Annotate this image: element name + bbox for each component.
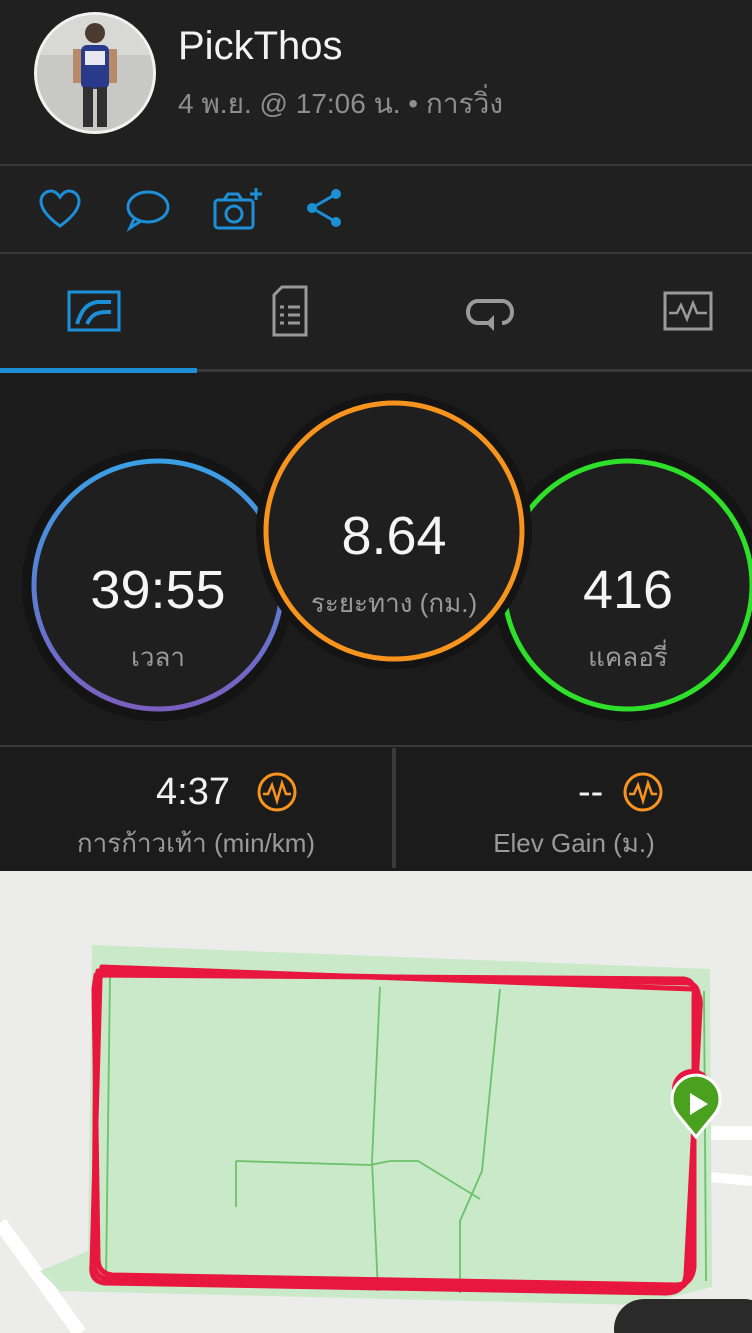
details-tab-icon <box>272 285 308 337</box>
distance-label: ระยะทาง (กม.) <box>310 588 478 618</box>
pace-label: การก้าวเท้า (min/km) <box>76 828 316 858</box>
elev-metric: -- Elev Gain (ม.) <box>396 747 752 871</box>
metrics-divider <box>392 748 396 868</box>
share-icon[interactable] <box>302 186 350 234</box>
activity-header: PickThos 4 พ.ย. @ 17:06 น. • การวิ่ง <box>0 0 752 164</box>
action-bar <box>0 166 752 252</box>
avatar[interactable] <box>34 12 156 134</box>
tab-bar <box>0 254 752 372</box>
tab-chart[interactable] <box>594 254 752 368</box>
tab-details[interactable] <box>196 254 384 368</box>
comment-icon[interactable] <box>124 186 172 234</box>
metrics-row: 4:37 การก้าวเท้า (min/km) -- Elev Gain (… <box>0 745 752 871</box>
distance-value: 8.64 <box>341 506 447 566</box>
chart-tab-icon <box>663 291 713 331</box>
stats-panel: 39:55 เวลา 416 แคลอรี่ 8.64 ระยะทาง (กม.… <box>0 373 752 745</box>
laps-tab-icon <box>465 299 515 331</box>
stats-tab-icon <box>67 290 121 332</box>
activity-subtitle: 4 พ.ย. @ 17:06 น. • การวิ่ง <box>178 88 503 119</box>
activity-pulse-icon <box>623 772 663 812</box>
activity-pulse-icon <box>257 772 297 812</box>
username[interactable]: PickThos <box>178 24 343 69</box>
distance-ring: 8.64 ระยะทาง (กม.) <box>256 393 532 669</box>
time-value: 39:55 <box>90 560 226 620</box>
heart-icon[interactable] <box>36 186 84 234</box>
time-label: เวลา <box>130 642 186 672</box>
time-ring: 39:55 เวลา <box>22 449 294 721</box>
route-map[interactable] <box>0 871 752 1333</box>
map-chip[interactable] <box>614 1299 752 1333</box>
tab-stats[interactable] <box>0 254 188 368</box>
elev-label: Elev Gain (ม.) <box>493 828 655 858</box>
elev-value: -- <box>578 771 604 813</box>
camera-add-icon[interactable] <box>212 186 262 234</box>
pace-metric: 4:37 การก้าวเท้า (min/km) <box>0 747 392 871</box>
tab-laps[interactable] <box>396 254 584 368</box>
pace-value: 4:37 <box>156 771 230 813</box>
